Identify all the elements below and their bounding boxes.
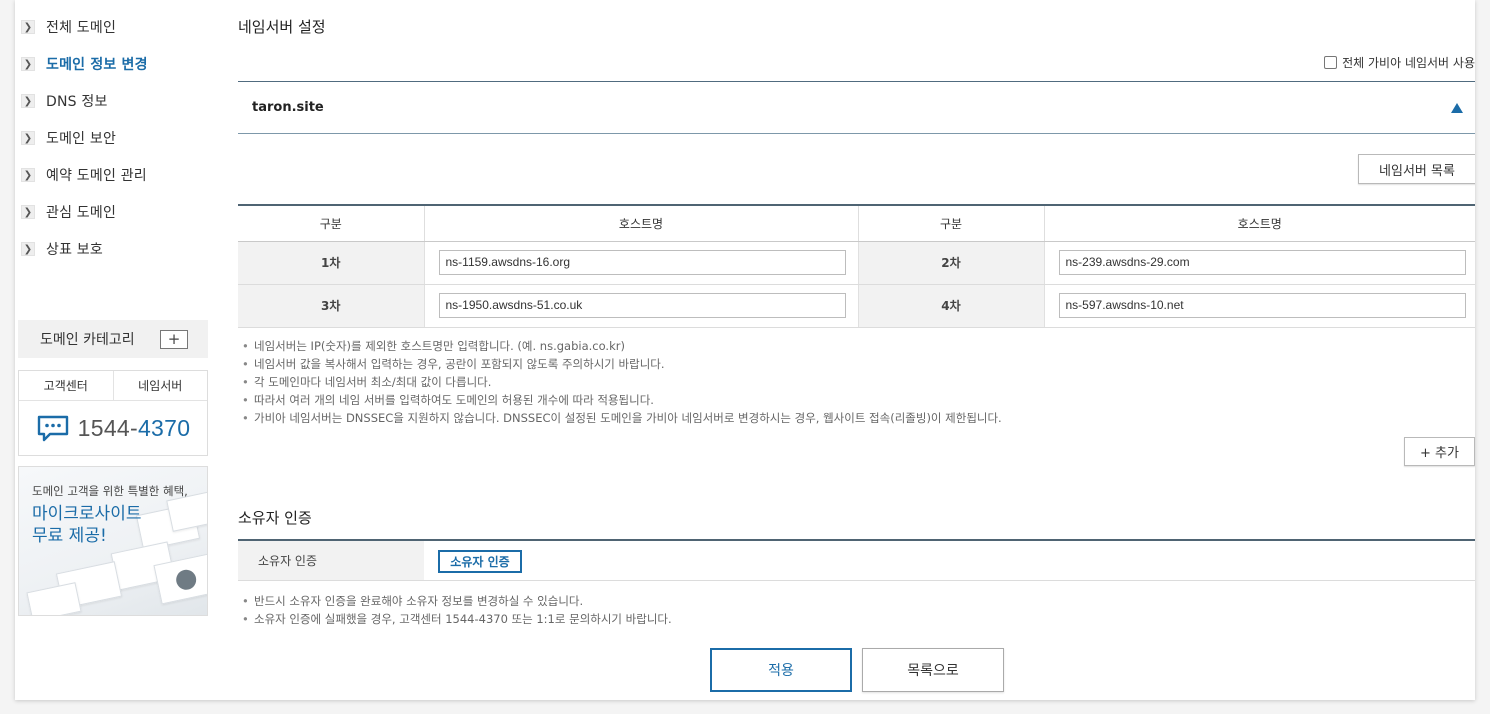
note-item: 따라서 여러 개의 네임 서버를 입력하여도 도메인의 허용된 개수에 따라 적… [238, 391, 1002, 409]
chat-bubble-icon [37, 415, 68, 442]
owner-section-title: 소유자 인증 [238, 509, 312, 527]
add-category-button[interactable]: + [160, 330, 188, 349]
tab-customer-center[interactable]: 고객센터 [19, 371, 113, 400]
promo-title: 마이크로사이트 무료 제공! [32, 503, 152, 547]
triangle-up-icon[interactable] [1451, 103, 1463, 113]
hostname-cell: ns-597.awsdns-10.net [1043, 284, 1475, 328]
note-item: 반드시 소유자 인증을 완료해야 소유자 정보를 변경하실 수 있습니다. [238, 592, 672, 610]
apply-button[interactable]: 적용 [710, 648, 852, 692]
add-nameserver-button[interactable]: + 추가 [1404, 437, 1475, 466]
sidebar-item-label: 상표 보호 [46, 242, 103, 258]
owner-verification-row: 소유자 인증 소유자 인증 [238, 539, 1475, 581]
sidebar-item-domain-security[interactable]: ❯ 도메인 보안 [21, 126, 116, 150]
nameserver-4-input[interactable]: ns-597.awsdns-10.net [1058, 293, 1466, 318]
sidebar-item-domain-info-change[interactable]: ❯ 도메인 정보 변경 [21, 52, 148, 76]
nameserver-2-input[interactable]: ns-239.awsdns-29.com [1058, 250, 1466, 275]
support-phone: 1544-4370 [19, 401, 207, 455]
hostname-cell: ns-1950.awsdns-51.co.uk [423, 284, 858, 328]
column-header: 구분 [238, 205, 424, 242]
hostname-cell: ns-1159.awsdns-16.org [423, 241, 858, 285]
tab-nameserver[interactable]: 네임서버 [112, 371, 208, 400]
sidebar-item-all-domains[interactable]: ❯ 전체 도메인 [21, 15, 116, 39]
chevron-right-icon: ❯ [21, 205, 35, 219]
page-frame: ❯ 전체 도메인 ❯ 도메인 정보 변경 ❯ DNS 정보 ❯ 도메인 보안 ❯… [15, 0, 1475, 700]
support-phone-number: 1544-4370 [78, 415, 191, 442]
domain-accordion-header[interactable]: taron.site [238, 81, 1475, 134]
chevron-right-icon: ❯ [21, 242, 35, 256]
customer-support-box: 고객센터 네임서버 1544-4370 [18, 370, 208, 456]
column-header: 호스트명 [423, 205, 858, 242]
support-tabs: 고객센터 네임서버 [19, 371, 207, 401]
phone-prefix: 1544- [77, 414, 138, 441]
chevron-right-icon: ❯ [21, 131, 35, 145]
checkbox-icon[interactable] [1324, 56, 1338, 69]
sidebar-item-trademark-protection[interactable]: ❯ 상표 보호 [21, 237, 103, 261]
hostname-cell: ns-239.awsdns-29.com [1043, 241, 1475, 285]
use-all-gabia-nameserver-label: 전체 가비아 네임서버 사용 [1342, 56, 1475, 70]
note-item: 소유자 인증에 실패했을 경우, 고객센터 1544-4370 또는 1:1로 … [238, 610, 672, 628]
phone-suffix: 4370 [137, 414, 191, 441]
sidebar-item-label: 도메인 보안 [46, 131, 117, 147]
promo-tile [26, 582, 82, 615]
back-to-list-button[interactable]: 목록으로 [862, 648, 1004, 692]
table-header-row: 구분 호스트명 구분 호스트명 [238, 205, 1475, 242]
promo-title-line: 무료 제공! [32, 526, 107, 546]
nameserver-order-label: 2차 [857, 241, 1044, 285]
nameserver-order-label: 1차 [238, 241, 424, 285]
chevron-right-icon: ❯ [21, 20, 35, 34]
sidebar-item-label: 예약 도메인 관리 [46, 168, 147, 184]
nameserver-order-label: 4차 [857, 284, 1044, 328]
chevron-right-icon: ❯ [21, 168, 35, 182]
sidebar-item-reserved-domains[interactable]: ❯ 예약 도메인 관리 [21, 163, 147, 187]
main-content: 네임서버 설정 전체 가비아 네임서버 사용 taron.site 네임서버 목… [238, 0, 1475, 700]
sidebar-item-label: 관심 도메인 [46, 205, 117, 221]
note-item: 각 도메인마다 네임서버 최소/최대 값이 다릅니다. [238, 373, 1002, 391]
domain-name: taron.site [252, 100, 324, 115]
chevron-right-icon: ❯ [21, 57, 35, 71]
note-item: 네임서버 값을 복사해서 입력하는 경우, 공란이 포함되지 않도록 주의하시기… [238, 355, 1002, 373]
nameserver-notes: 네임서버는 IP(숫자)를 제외한 호스트명만 입력합니다. (예. ns.ga… [238, 337, 1002, 427]
promo-tile-disc [174, 567, 199, 592]
domain-category-box: 도메인 카테고리 + [18, 320, 208, 358]
owner-verification-label: 소유자 인증 [238, 541, 424, 580]
sidebar-item-watched-domains[interactable]: ❯ 관심 도메인 [21, 200, 116, 224]
column-header: 구분 [857, 205, 1044, 242]
note-item: 가비아 네임서버는 DNSSEC을 지원하지 않습니다. DNSSEC이 설정된… [238, 409, 1002, 427]
sidebar-item-dns-info[interactable]: ❯ DNS 정보 [21, 89, 108, 113]
sidebar-item-label: 도메인 정보 변경 [46, 57, 148, 73]
table-row: 1차 ns-1159.awsdns-16.org 2차 ns-239.awsdn… [238, 241, 1475, 285]
nameserver-3-input[interactable]: ns-1950.awsdns-51.co.uk [438, 293, 846, 318]
microsite-promo-banner[interactable]: 도메인 고객을 위한 특별한 혜택, 마이크로사이트 무료 제공! [18, 466, 208, 616]
note-item: 네임서버는 IP(숫자)를 제외한 호스트명만 입력합니다. (예. ns.ga… [238, 337, 1002, 355]
nameserver-table: 구분 호스트명 구분 호스트명 1차 ns-1159.awsdns-16.org… [238, 204, 1475, 328]
promo-title-line: 마이크로사이트 [32, 504, 142, 524]
domain-category-label: 도메인 카테고리 [40, 332, 135, 348]
sidebar-item-label: DNS 정보 [46, 94, 108, 110]
nameserver-1-input[interactable]: ns-1159.awsdns-16.org [438, 250, 846, 275]
sidebar: ❯ 전체 도메인 ❯ 도메인 정보 변경 ❯ DNS 정보 ❯ 도메인 보안 ❯… [15, 0, 215, 700]
nameserver-order-label: 3차 [238, 284, 424, 328]
chevron-right-icon: ❯ [21, 94, 35, 108]
owner-notes: 반드시 소유자 인증을 완료해야 소유자 정보를 변경하실 수 있습니다. 소유… [238, 592, 672, 628]
sidebar-item-label: 전체 도메인 [46, 20, 117, 36]
nameserver-section-title: 네임서버 설정 [238, 18, 326, 36]
promo-subtitle: 도메인 고객을 위한 특별한 혜택, [32, 484, 188, 498]
column-header: 호스트명 [1043, 205, 1475, 242]
nameserver-list-button[interactable]: 네임서버 목록 [1358, 154, 1475, 184]
table-row: 3차 ns-1950.awsdns-51.co.uk 4차 ns-597.aws… [238, 284, 1475, 328]
owner-verify-button[interactable]: 소유자 인증 [438, 550, 522, 573]
use-all-gabia-nameserver-checkbox[interactable]: 전체 가비아 네임서버 사용 [1324, 54, 1475, 71]
